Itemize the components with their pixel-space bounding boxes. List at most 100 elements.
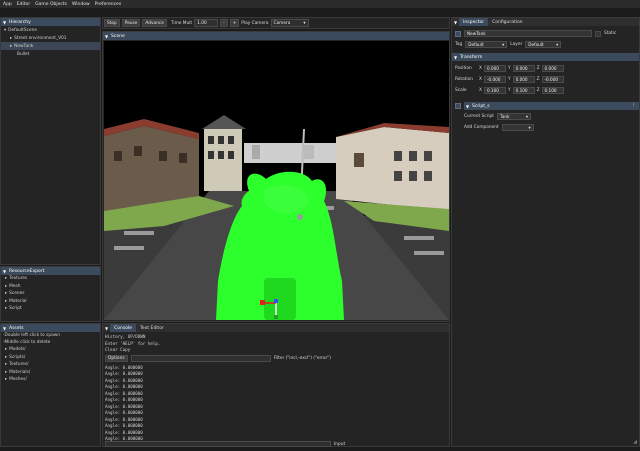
tree-item-street-environment[interactable]: ▸ Street environment_V01 — [1, 34, 100, 42]
object-header-row: NewTank Static — [455, 30, 616, 37]
menu-preferences[interactable]: Preferences — [95, 2, 121, 7]
bullet-arrow-icon: ▸ — [5, 306, 8, 312]
object-name-input[interactable]: NewTank — [464, 30, 592, 37]
position-row: Position X 0.000 Y 0.000 Z 0.000 — [455, 65, 564, 72]
resource-item-scenes[interactable]: ▸ Scenes — [1, 290, 100, 298]
asset-folder-scripts[interactable]: ▸ Scripts/ — [1, 354, 100, 362]
play-camera-select[interactable]: Camera ▾ — [270, 19, 309, 27]
console-clear-copy[interactable]: Clear Copy — [105, 347, 448, 354]
tree-item-bullet[interactable]: Bullet — [1, 50, 100, 58]
scale-y-input[interactable]: 0.100 — [512, 87, 535, 94]
collapse-triangle-icon[interactable]: ▼ — [452, 20, 459, 25]
time-mult-increase-button[interactable]: + — [229, 19, 240, 27]
collapse-triangle-icon[interactable]: ▼ — [3, 269, 6, 274]
pause-button[interactable]: Pause — [121, 19, 141, 27]
bullet-arrow-icon: ▸ — [5, 354, 8, 360]
script-header[interactable]: ▼ Script_s ⋮ — [464, 102, 639, 110]
scale-x-input[interactable]: 0.100 — [483, 87, 506, 94]
tag-label: Tag — [455, 42, 463, 47]
static-checkbox[interactable] — [595, 30, 601, 37]
console-filter-label: Filter ("incl,-excl") ("error") — [273, 356, 331, 361]
active-checkbox[interactable] — [455, 30, 461, 37]
collapse-triangle-icon[interactable]: ▼ — [3, 326, 6, 331]
console-options-button[interactable]: Options — [105, 355, 128, 362]
tree-arrow-icon[interactable]: ▸ — [10, 36, 12, 41]
position-x-input[interactable]: 0.000 — [483, 65, 506, 72]
component-options-icon[interactable]: ⋮ — [632, 103, 637, 108]
tab-inspector[interactable]: Inspector — [459, 18, 489, 26]
console-command-input[interactable] — [105, 441, 331, 447]
axis-z-label: Z — [536, 66, 540, 71]
assets-panel: ▼ Assets -Double left click to spawn -Mi… — [0, 323, 101, 447]
rotation-y-input[interactable]: 0.000 — [512, 76, 535, 83]
rotation-x-input[interactable]: -0.000 — [483, 76, 506, 83]
add-component-select[interactable]: ▾ — [501, 124, 534, 131]
menu-editor[interactable]: Editor — [17, 2, 30, 7]
resource-item-script[interactable]: ▸ Script — [1, 305, 100, 313]
asset-folder-models[interactable]: ▸ Models/ — [1, 346, 100, 354]
tag-layer-row: Tag Default ▾ Layer Default ▾ — [455, 41, 562, 48]
axis-x-label: X — [479, 88, 482, 93]
chevron-down-icon: ▾ — [525, 114, 528, 119]
scale-row: Scale X 0.100 Y 0.100 Z 0.100 — [455, 87, 564, 94]
time-mult-decrease-button[interactable]: - — [220, 19, 228, 27]
tree-arrow-icon[interactable]: ▸ — [10, 44, 12, 49]
chevron-down-icon: ▾ — [556, 42, 559, 47]
current-script-select[interactable]: Tank ▾ — [496, 113, 531, 120]
script-enabled-checkbox[interactable] — [455, 103, 461, 109]
stop-button[interactable]: Stop — [104, 19, 120, 27]
asset-folder-materials[interactable]: ▸ Materials/ — [1, 369, 100, 377]
axis-y-label: Y — [507, 66, 511, 71]
transform-header[interactable]: ▼ Transform — [452, 53, 639, 61]
tree-item-defaultscene[interactable]: ▾ DefaultScene — [1, 26, 100, 34]
layer-select[interactable]: Default ▾ — [525, 41, 562, 48]
static-label: Static — [604, 31, 617, 36]
hierarchy-title-bar[interactable]: ▼ Hierarchy — [1, 18, 100, 26]
collapse-triangle-icon[interactable]: ▼ — [3, 20, 6, 25]
inspector-tab-bar: ▼ Inspector Configuration — [452, 18, 639, 26]
scale-label: Scale — [455, 88, 467, 93]
scale-z-input[interactable]: 0.100 — [541, 87, 564, 94]
scene-viewport[interactable] — [104, 41, 449, 320]
console-log: Angle: 0.000000 Angle: 0.000000 Angle: 0… — [105, 365, 448, 443]
position-z-input[interactable]: 0.000 — [541, 65, 564, 72]
tag-select[interactable]: Default ▾ — [465, 41, 508, 48]
collapse-triangle-icon[interactable]: ▼ — [454, 55, 457, 60]
menu-window[interactable]: Window — [72, 2, 90, 7]
menu-app[interactable]: App — [3, 2, 12, 7]
resize-grip-icon[interactable]: ◢ — [633, 439, 637, 445]
resource-item-mesh[interactable]: ▸ Mesh — [1, 283, 100, 291]
assets-title-bar[interactable]: ▼ Assets — [1, 324, 100, 332]
position-y-input[interactable]: 0.000 — [512, 65, 535, 72]
tab-text-editor[interactable]: Text Editor — [136, 324, 168, 332]
tab-console[interactable]: Console — [110, 324, 136, 332]
hierarchy-panel: ▼ Hierarchy ▾ DefaultScene ▸ Street envi… — [0, 17, 101, 265]
tab-configuration[interactable]: Configuration — [488, 18, 527, 26]
console-filter-input[interactable] — [130, 355, 271, 362]
resource-item-textures[interactable]: ▸ Textures — [1, 275, 100, 283]
resource-export-title: ResourceExport — [9, 268, 45, 274]
hierarchy-title: Hierarchy — [9, 19, 31, 25]
console-panel: ▼ Console Text Editor History, UP/DOWN E… — [102, 323, 450, 447]
advance-button[interactable]: Advance — [142, 19, 167, 27]
play-camera-label: Play Camera — [241, 20, 269, 26]
assets-hint: -Double left click to spawn — [3, 333, 60, 338]
asset-folder-meshes[interactable]: ▸ Meshes/ — [1, 376, 100, 384]
time-mult-input[interactable]: 1.00 — [194, 19, 219, 27]
bullet-arrow-icon: ▸ — [5, 347, 8, 353]
scene-title-bar[interactable]: ▼ Scene — [103, 32, 449, 40]
menu-game-objects[interactable]: Game Objects — [35, 2, 67, 7]
resource-item-material[interactable]: ▸ Material — [1, 298, 100, 306]
play-toolbar: Stop Pause Advance Time Mult 1.00 - + Pl… — [102, 17, 450, 29]
rotation-z-input[interactable]: -0.000 — [541, 76, 564, 83]
asset-folder-textures[interactable]: ▸ Textures/ — [1, 361, 100, 369]
tree-item-newtank[interactable]: ▸ NewTank — [1, 42, 100, 50]
current-script-row: Current Script Tank ▾ — [464, 113, 531, 120]
collapse-triangle-icon[interactable]: ▼ — [103, 326, 110, 331]
collapse-triangle-icon[interactable]: ▼ — [105, 34, 108, 39]
resource-export-title-bar[interactable]: ▼ ResourceExport — [1, 267, 100, 275]
chevron-down-icon: ▾ — [303, 20, 306, 26]
tree-arrow-icon[interactable]: ▾ — [4, 28, 6, 33]
console-input-label: Input — [334, 441, 346, 447]
collapse-triangle-icon[interactable]: ▼ — [466, 104, 469, 109]
